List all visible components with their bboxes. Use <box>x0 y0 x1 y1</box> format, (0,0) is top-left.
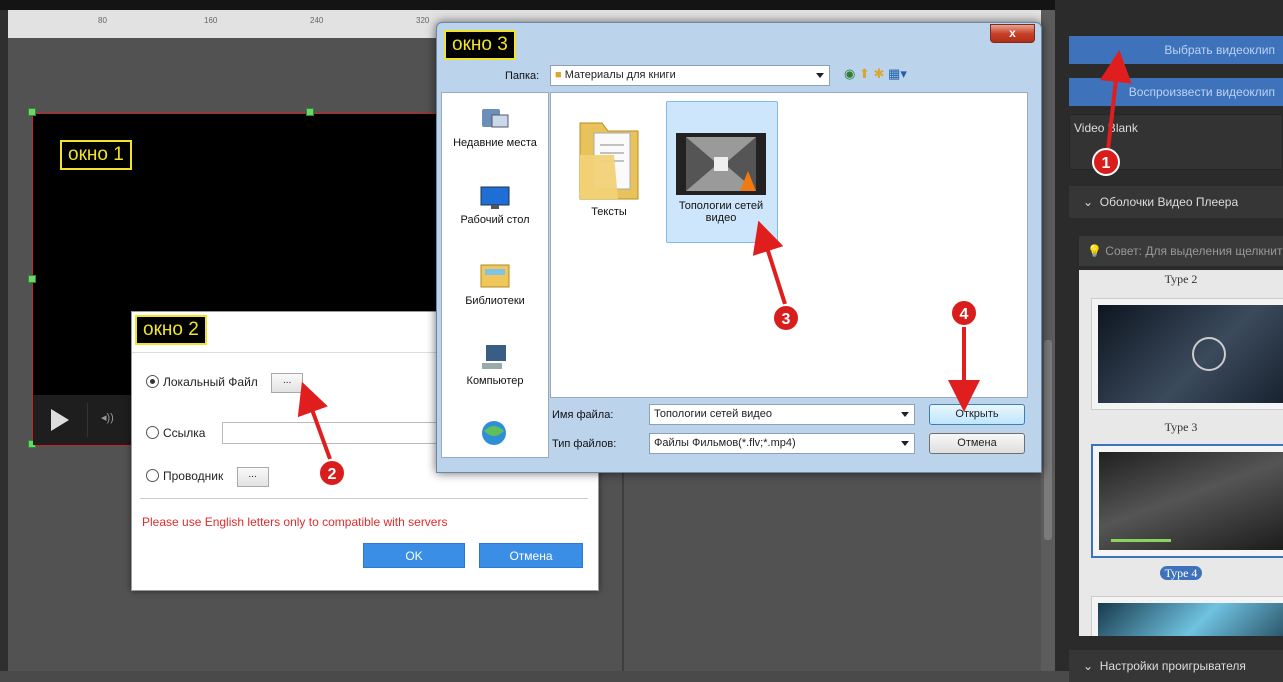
arrow-1 <box>1099 50 1132 151</box>
step-badge-4: 4 <box>950 299 978 327</box>
annotation-arrows <box>297 50 1132 460</box>
arrow-3 <box>752 220 787 305</box>
arrow-2 <box>297 381 332 460</box>
step-badge-3: 3 <box>772 304 800 332</box>
step-badge-2: 2 <box>318 459 346 487</box>
step-badge-1: 1 <box>1092 148 1120 176</box>
